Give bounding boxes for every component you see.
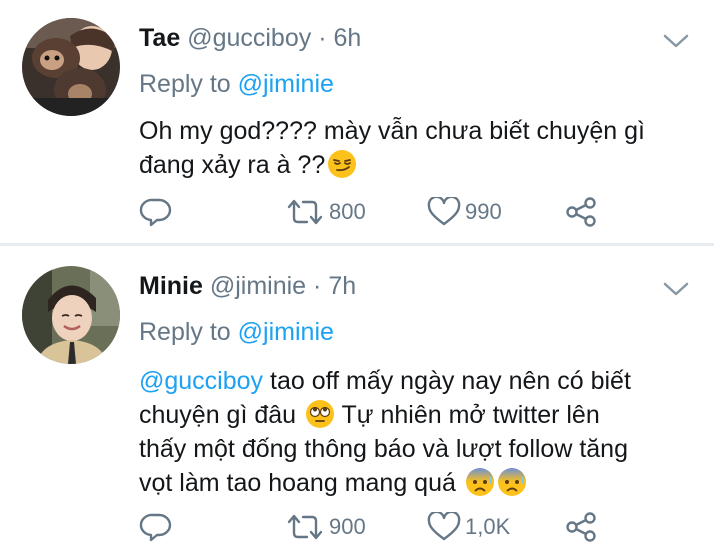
tweet-text-line: chuyện gì đâu: [139, 401, 304, 429]
avatar[interactable]: [22, 266, 120, 364]
reply-to-mention[interactable]: @jiminie: [238, 70, 334, 98]
like-count: 1,0K: [465, 514, 511, 539]
tweet-text-line: thấy một đống thông báo và lượt follow t…: [139, 435, 628, 463]
tweet-actions: 900 1,0K: [139, 510, 609, 544]
anxious-face-with-sweat-emoji-icon: [497, 468, 526, 496]
like-button[interactable]: 1,0K: [427, 510, 510, 544]
like-count: 990: [465, 199, 502, 224]
timestamp[interactable]: 6h: [333, 24, 361, 52]
reply-button[interactable]: [139, 510, 173, 544]
body-mention[interactable]: @gucciboy: [139, 367, 263, 395]
reply-to-label: Reply to: [139, 318, 231, 346]
avatar[interactable]: [22, 18, 120, 116]
chevron-down-icon[interactable]: [662, 32, 690, 50]
tweet-header: Minie @jiminie · 7h: [139, 272, 356, 301]
tweet-text-line: Oh my god???? mày vẫn chưa biết chuyện g…: [139, 117, 645, 145]
anxious-face-with-sweat-emoji-icon: [465, 468, 494, 496]
display-name[interactable]: Tae: [139, 24, 180, 52]
reply-to-mention[interactable]: @jiminie: [238, 318, 334, 346]
reply-to-label: Reply to: [139, 70, 231, 98]
tweet-actions: 800 990: [139, 195, 609, 229]
tweet[interactable]: Minie @jiminie · 7h Reply to @jiminie @g…: [0, 246, 714, 559]
display-name[interactable]: Minie: [139, 272, 203, 300]
user-handle[interactable]: @gucciboy: [187, 24, 311, 52]
tweet-text-line: đang xảy ra à ??: [139, 151, 326, 179]
reply-button[interactable]: [139, 195, 173, 229]
tweet-text: Oh my god???? mày vẫn chưa biết chuyện g…: [139, 114, 699, 182]
tweet[interactable]: Tae @gucciboy · 6h Reply to @jiminie Oh …: [0, 0, 714, 244]
tweet-text-line: tao off mấy ngày nay nên có biết: [263, 367, 631, 395]
reply-icon: [139, 513, 172, 542]
share-icon: [566, 512, 596, 542]
retweet-icon: [287, 514, 323, 540]
avatar-photo: [22, 18, 120, 116]
tweet-text-line: Tự nhiên mở twitter lên: [335, 401, 600, 429]
retweet-button[interactable]: 800: [285, 195, 366, 229]
user-handle[interactable]: @jiminie: [210, 272, 306, 300]
retweet-count: 900: [329, 514, 366, 539]
share-button[interactable]: [565, 510, 597, 544]
tweet-header: Tae @gucciboy · 6h: [139, 24, 361, 53]
retweet-button[interactable]: 900: [285, 510, 366, 544]
timestamp[interactable]: 7h: [328, 272, 356, 300]
avatar-photo: [22, 266, 120, 364]
like-button[interactable]: 990: [427, 195, 502, 229]
share-button[interactable]: [565, 195, 597, 229]
reply-icon: [139, 198, 172, 227]
tweet-text: @gucciboy tao off mấy ngày nay nên có bi…: [139, 364, 699, 500]
heart-icon: [427, 512, 461, 541]
separator-dot: ·: [318, 24, 327, 52]
tweet-text-line: vọt làm tao hoang mang quá: [139, 469, 463, 497]
smirking-face-emoji-icon: [328, 150, 357, 178]
separator-dot: ·: [313, 272, 322, 300]
heart-icon: [427, 197, 461, 226]
share-icon: [566, 197, 596, 227]
retweet-count: 800: [329, 199, 366, 224]
chevron-down-icon[interactable]: [662, 280, 690, 298]
retweet-icon: [287, 199, 323, 225]
reply-to-line: Reply to @jiminie: [139, 318, 334, 347]
reply-to-line: Reply to @jiminie: [139, 70, 334, 99]
rolling-eyes-emoji-icon: [306, 400, 335, 428]
